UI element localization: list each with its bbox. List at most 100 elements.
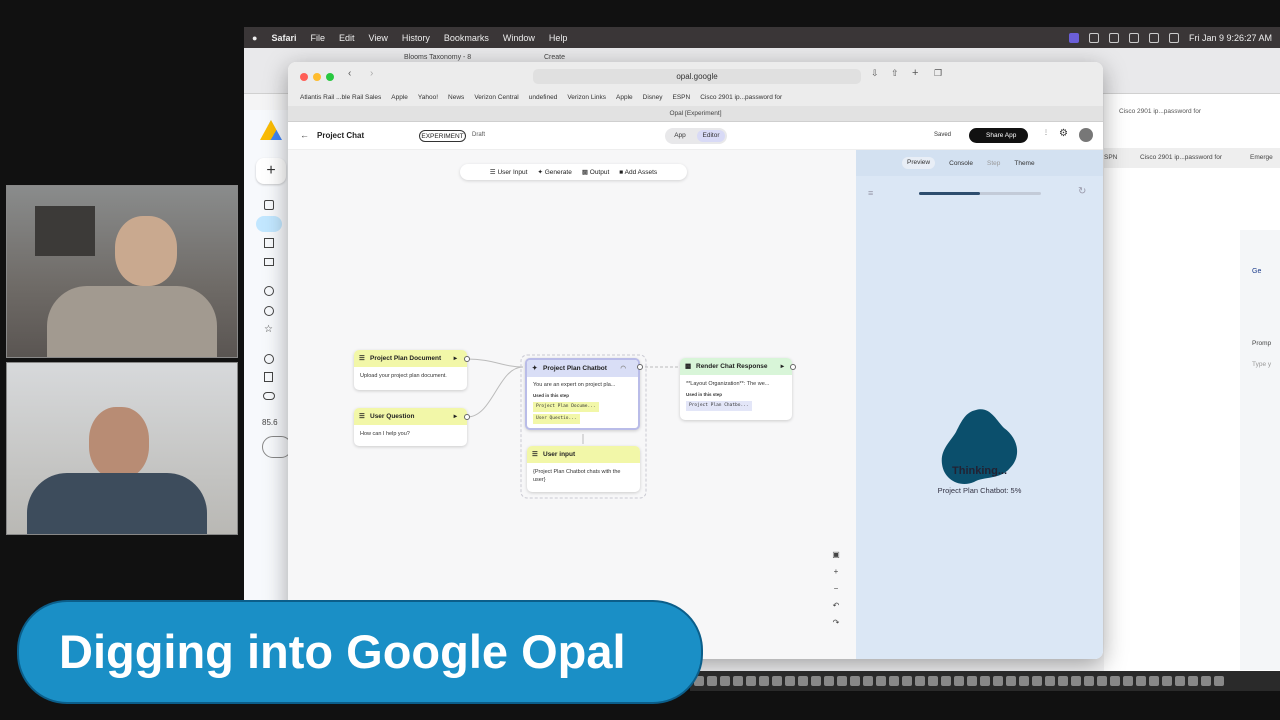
dock-app-icon[interactable]	[772, 676, 782, 686]
dock-app-icon[interactable]	[915, 676, 925, 686]
back-bookmark[interactable]: Cisco 2901 ip...password for	[1140, 154, 1222, 161]
trash-icon[interactable]	[264, 372, 273, 382]
dock-app-icon[interactable]	[941, 676, 951, 686]
output-port[interactable]	[464, 356, 470, 362]
dock-app-icon[interactable]	[928, 676, 938, 686]
redo-icon[interactable]: ↷	[828, 618, 844, 635]
output-port[interactable]	[464, 414, 470, 420]
home-icon[interactable]	[264, 200, 274, 210]
dock-app-icon[interactable]	[1045, 676, 1055, 686]
dock-app-icon[interactable]	[720, 676, 730, 686]
node-render-chat-response[interactable]: ▩ Render Chat Response ▸ **Layout Organiza…	[680, 358, 792, 420]
back-tab[interactable]: Create	[544, 54, 565, 61]
run-icon[interactable]: ▸	[454, 350, 457, 367]
back-bookmark[interactable]: Cisco 2901 ip...password for	[1119, 108, 1201, 115]
menubar-clock[interactable]: Fri Jan 9 9:26:27 AM	[1189, 33, 1272, 43]
node-user-input[interactable]: ☰ User input {Project Plan Chatbot chats …	[527, 446, 640, 492]
avatar[interactable]	[1079, 128, 1093, 142]
tab-step[interactable]: Step	[987, 160, 1000, 167]
dock-app-icon[interactable]	[1058, 676, 1068, 686]
dock-app-icon[interactable]	[798, 676, 808, 686]
dock-app-icon[interactable]	[1175, 676, 1185, 686]
dock-app-icon[interactable]	[1019, 676, 1029, 686]
undo-icon[interactable]: ↶	[828, 601, 844, 618]
menu-edit[interactable]: Edit	[339, 33, 355, 43]
new-button[interactable]: +	[256, 158, 286, 184]
dock-app-icon[interactable]	[785, 676, 795, 686]
my-drive-icon[interactable]	[256, 216, 282, 232]
fit-view-icon[interactable]: ▣	[828, 550, 844, 567]
menu-bookmarks[interactable]: Bookmarks	[444, 33, 489, 43]
dock-app-icon[interactable]	[733, 676, 743, 686]
run-icon[interactable]: ▸	[454, 408, 457, 425]
dock-app-icon[interactable]	[889, 676, 899, 686]
dock-app-icon[interactable]	[954, 676, 964, 686]
computers-icon[interactable]	[264, 238, 274, 248]
dock-app-icon[interactable]	[863, 676, 873, 686]
dock-app-icon[interactable]	[902, 676, 912, 686]
dock-app-icon[interactable]	[1149, 676, 1159, 686]
dock-app-icon[interactable]	[1214, 676, 1224, 686]
output-port[interactable]	[790, 364, 796, 370]
screen-share-icon[interactable]	[1068, 32, 1079, 43]
run-icon[interactable]: ▸	[781, 358, 784, 375]
back-bookmark[interactable]: SPN	[1104, 154, 1117, 161]
node-project-plan-document[interactable]: ☰ Project Plan Document ▸ Upload your proj…	[354, 350, 467, 390]
devices-icon[interactable]	[264, 258, 274, 266]
dock-app-icon[interactable]	[746, 676, 756, 686]
tab-preview[interactable]: Preview	[902, 157, 936, 169]
dock-app-icon[interactable]	[850, 676, 860, 686]
step-chip[interactable]: Project Plan Chatbo...	[686, 401, 752, 411]
dock-app-icon[interactable]	[1071, 676, 1081, 686]
dock-app-icon[interactable]	[1097, 676, 1107, 686]
share-icon[interactable]: ⇧	[891, 68, 899, 79]
zoom-in-icon[interactable]: +	[828, 567, 844, 584]
dock-app-icon[interactable]	[824, 676, 834, 686]
storage-icon[interactable]	[263, 392, 275, 400]
dock-app-icon[interactable]	[967, 676, 977, 686]
share-app-button[interactable]: Share App	[969, 128, 1028, 143]
dock-app-icon[interactable]	[1032, 676, 1042, 686]
menu-file[interactable]: File	[310, 33, 325, 43]
step-chip[interactable]: User Questio...	[533, 414, 580, 424]
node-user-question[interactable]: ☰ User Question ▸ How can I help you?	[354, 408, 467, 446]
menu-window[interactable]: Window	[503, 33, 535, 43]
spam-icon[interactable]	[264, 354, 274, 364]
status-icon[interactable]	[1108, 32, 1119, 43]
back-prompt-input[interactable]: Type y	[1252, 361, 1271, 368]
status-icon[interactable]	[1088, 32, 1099, 43]
dock-app-icon[interactable]	[837, 676, 847, 686]
status-icon[interactable]	[1128, 32, 1139, 43]
dock-app-icon[interactable]	[876, 676, 886, 686]
more-icon[interactable]: ⋮	[1043, 129, 1049, 136]
node-project-plan-chatbot[interactable]: ✦ Project Plan Chatbot ◠ You are an expert…	[525, 358, 640, 430]
dock-app-icon[interactable]	[1136, 676, 1146, 686]
back-bookmark[interactable]: Emerge	[1250, 154, 1273, 161]
menu-view[interactable]: View	[368, 33, 387, 43]
dock-app-icon[interactable]	[1123, 676, 1133, 686]
output-port[interactable]	[637, 364, 643, 370]
starred-icon[interactable]: ☆	[264, 324, 273, 335]
tabs-overview-icon[interactable]: ❐	[934, 68, 942, 79]
back-tab[interactable]: Blooms Taxonomy - 8	[404, 54, 471, 61]
refresh-icon[interactable]: ↻	[1078, 186, 1086, 197]
dock-app-icon[interactable]	[759, 676, 769, 686]
new-tab-icon[interactable]: +	[912, 67, 918, 79]
search-icon[interactable]	[1168, 32, 1179, 43]
dock-app-icon[interactable]	[1201, 676, 1211, 686]
wifi-icon[interactable]	[1148, 32, 1159, 43]
shared-icon[interactable]	[264, 286, 274, 296]
dock-app-icon[interactable]	[1188, 676, 1198, 686]
dock-app-icon[interactable]	[980, 676, 990, 686]
menu-help[interactable]: Help	[549, 33, 568, 43]
dock-app-icon[interactable]	[993, 676, 1003, 686]
menu-history[interactable]: History	[402, 33, 430, 43]
apple-icon[interactable]: ●	[252, 33, 257, 43]
tab-theme[interactable]: Theme	[1014, 160, 1034, 167]
zoom-out-icon[interactable]: −	[828, 584, 844, 601]
menu-icon[interactable]: ≡	[868, 188, 873, 198]
recent-icon[interactable]	[264, 306, 274, 316]
dock-app-icon[interactable]	[1110, 676, 1120, 686]
menu-app[interactable]: Safari	[271, 33, 296, 43]
dock-app-icon[interactable]	[707, 676, 717, 686]
